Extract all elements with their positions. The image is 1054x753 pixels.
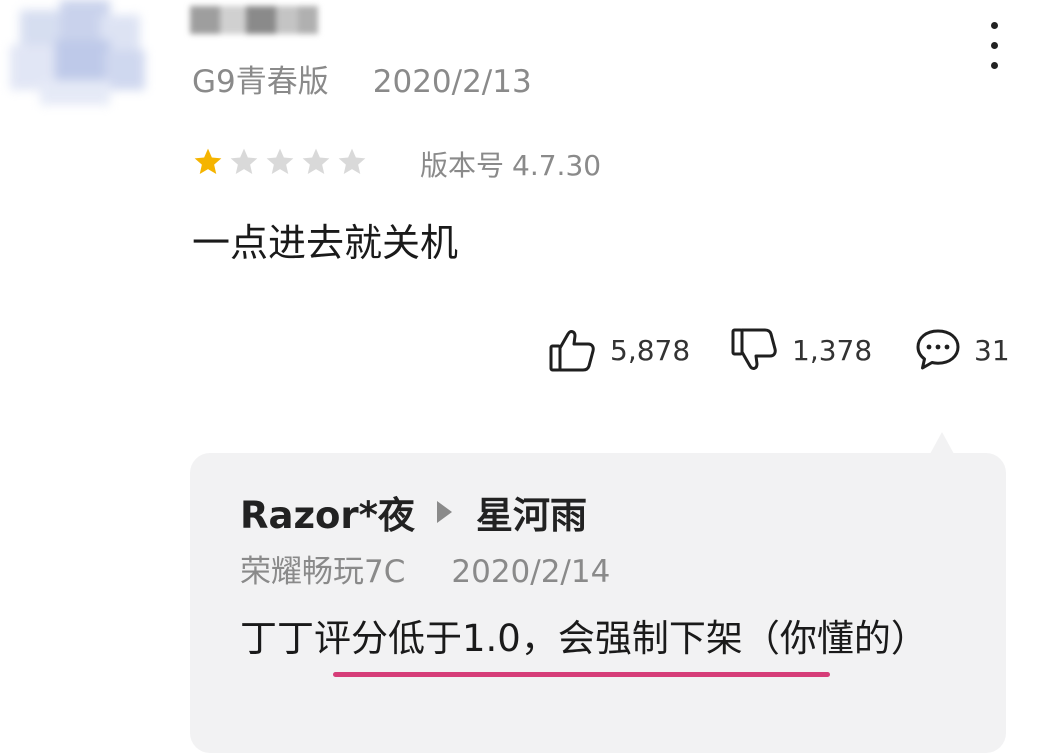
star-empty-icon <box>338 148 366 174</box>
version-value: 4.7.30 <box>512 149 602 182</box>
reply-author[interactable]: Razor*夜 <box>240 485 415 539</box>
review-date: 2020/2/13 <box>372 64 532 100</box>
reply-card-pointer <box>930 432 954 454</box>
review-text: 一点进去就关机 <box>192 221 459 265</box>
reply-header: Razor*夜 星河雨 <box>240 485 587 539</box>
username-blurred[interactable] <box>190 0 318 40</box>
thumbs-up-icon <box>548 326 598 374</box>
version-label: 版本号 <box>420 149 505 182</box>
star-rating <box>192 146 368 182</box>
thumbs-down-icon <box>730 326 780 374</box>
star-empty-icon <box>230 148 258 174</box>
reply-arrow-icon <box>437 501 453 523</box>
star-empty-icon <box>266 148 294 174</box>
reply-meta: 荣耀畅玩7C 2020/2/14 <box>240 546 610 591</box>
review-device: G9青春版 <box>192 64 329 100</box>
version-info: 版本号 4.7.30 <box>420 144 601 184</box>
dislike-button[interactable]: 1,378 <box>730 320 872 380</box>
highlight-underline <box>333 672 830 677</box>
dislike-count: 1,378 <box>792 333 873 367</box>
like-button[interactable]: 5,878 <box>548 320 690 380</box>
star-empty-icon <box>302 148 330 174</box>
comment-count: 31 <box>974 333 1010 367</box>
like-count: 5,878 <box>610 333 691 367</box>
star-filled-icon <box>194 148 222 174</box>
user-avatar[interactable] <box>0 0 160 110</box>
comment-button[interactable]: 31 <box>914 320 1010 380</box>
reply-text: 丁丁评分低于1.0，会强制下架（你懂的） <box>240 617 928 660</box>
comment-bubble-icon <box>914 327 962 373</box>
reply-date: 2020/2/14 <box>451 554 611 590</box>
reply-recipient[interactable]: 星河雨 <box>476 485 587 539</box>
reply-device: 荣耀畅玩7C <box>240 554 406 590</box>
more-menu-button[interactable] <box>978 20 1012 72</box>
review-meta: G9青春版 2020/2/13 <box>192 56 532 101</box>
